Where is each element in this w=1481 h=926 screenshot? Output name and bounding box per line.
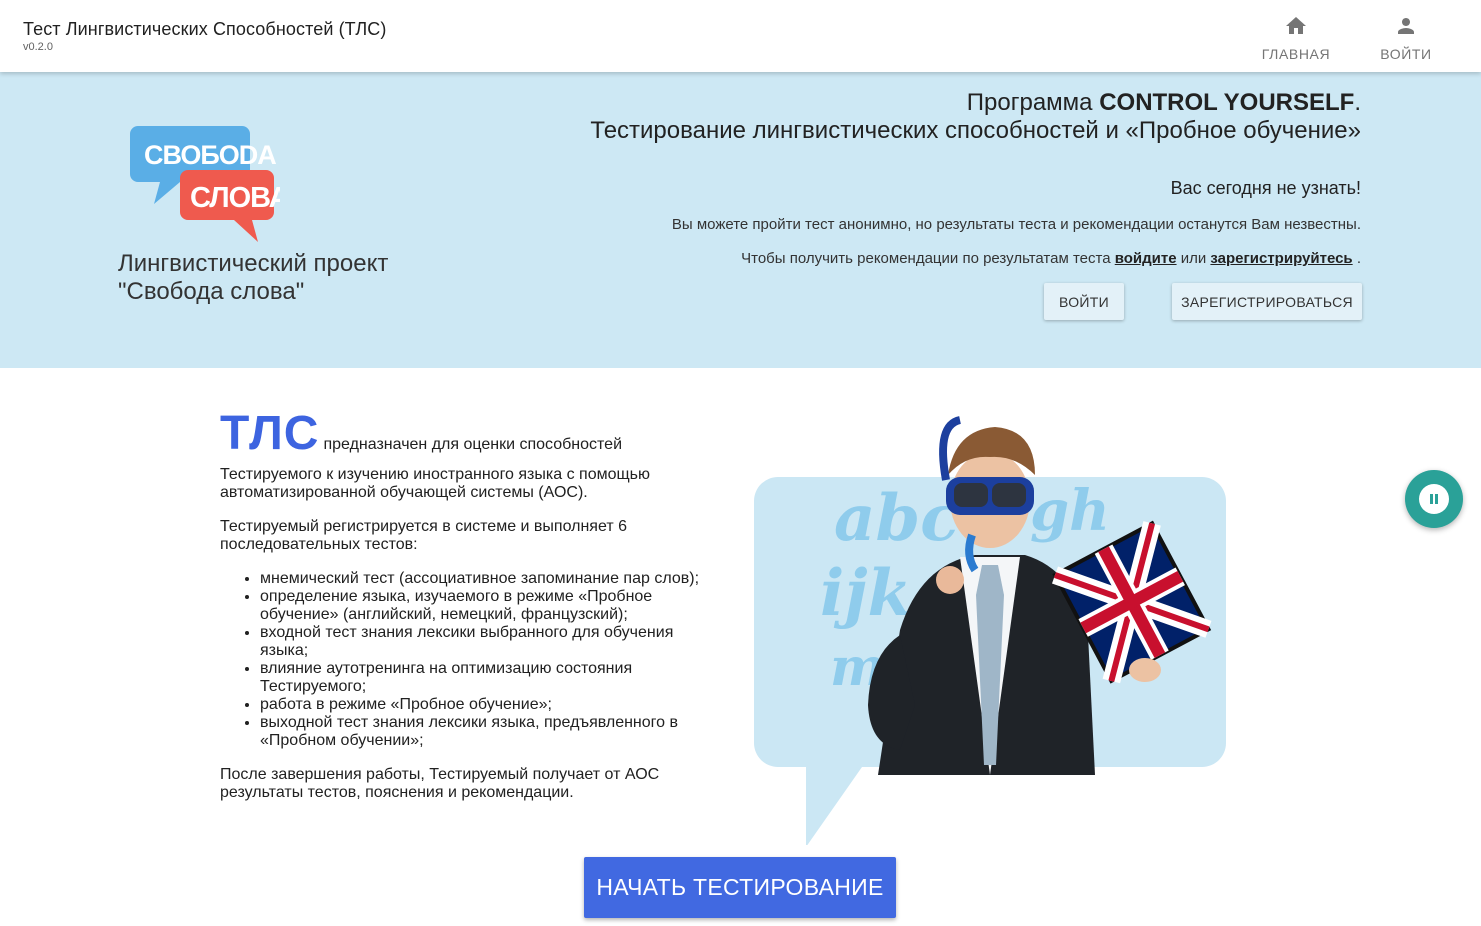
person-icon (1398, 18, 1414, 34)
snorkel-man-illustration: abc gh ijk op m (754, 416, 1226, 845)
login-link[interactable]: войдите (1115, 250, 1177, 267)
greeting-text: Вас сегодня не узнать! (1170, 178, 1361, 198)
description-section: ТЛС предназначен для оценки способностей… (220, 410, 720, 802)
svoboda-slova-logo: СВОБОDA СЛОВА (130, 126, 280, 242)
nav-login-button[interactable]: ВОЙТИ (1370, 10, 1442, 64)
intro-paragraph: Тестируемого к изучению иностранного язы… (220, 466, 650, 501)
nav-home-button[interactable]: ГЛАВНАЯ (1256, 10, 1336, 64)
reco-suffix: . (1352, 250, 1361, 267)
home-icon (1286, 17, 1306, 34)
anonymous-note: Вы можете пройти тест анонимно, но резул… (671, 216, 1361, 233)
list-item: работа в режиме «Пробное обучение»; (260, 696, 720, 714)
register-paragraph: Тестируемый регистрируется в системе и в… (220, 518, 627, 553)
hero-banner: СВОБОDA СЛОВА Лингвистический проект "Св… (0, 72, 1481, 368)
hero-login-button[interactable]: ВОЙТИ (1044, 283, 1124, 320)
tests-list: мнемический тест (ассоциативное запомина… (220, 570, 720, 750)
register-link[interactable]: зарегистрируйтесь (1210, 250, 1352, 267)
start-testing-button[interactable]: НАЧАТЬ ТЕСТИРОВАНИЕ (584, 857, 896, 918)
logo-bottom-text: СЛОВА (190, 182, 280, 214)
pause-icon (1419, 484, 1449, 514)
logo-top-text: СВОБОDA (144, 140, 276, 170)
nav-login-label: ВОЙТИ (1380, 46, 1432, 62)
list-item: определение языка, изучаемого в режиме «… (260, 588, 720, 624)
list-item: выходной тест знания лексики языка, пред… (260, 714, 720, 750)
hero-register-button[interactable]: ЗАРЕГИСТРИРОВАТЬСЯ (1172, 283, 1362, 320)
app-title: Тест Лингвистических Способностей (ТЛС) (23, 19, 387, 39)
program-prefix: Программа (966, 89, 1100, 116)
project-name: Лингвистический проект "Свобода слова" (118, 250, 389, 305)
intro-tail: предназначен для оценки способностей (323, 436, 623, 453)
nav-home-label: ГЛАВНАЯ (1261, 46, 1331, 62)
svg-text:abc: abc (834, 481, 959, 556)
tls-title: ТЛС (220, 407, 320, 460)
reco-prefix: Чтобы получить рекомендации по результат… (741, 250, 1115, 267)
pause-button[interactable] (1405, 470, 1463, 528)
tls-heading: ТЛС предназначен для оценки способностей (220, 410, 720, 458)
recommendation-note: Чтобы получить рекомендации по результат… (741, 250, 1361, 267)
program-suffix: . (1354, 89, 1361, 116)
svg-text:gh: gh (1030, 478, 1110, 544)
program-subtitle: Тестирование лингвистических способносте… (590, 117, 1361, 144)
svg-text:ijk: ijk (820, 556, 912, 631)
list-item: мнемический тест (ассоциативное запомина… (260, 570, 720, 588)
app-version: v0.2.0 (23, 41, 53, 53)
outro-paragraph: После завершения работы, Тестируемый пол… (220, 766, 660, 801)
list-item: влияние аутотренинга на оптимизацию сост… (260, 660, 720, 696)
top-app-bar: Тест Лингвистических Способностей (ТЛС) … (0, 0, 1481, 72)
reco-middle: или (1176, 250, 1211, 267)
list-item: входной тест знания лексики выбранного д… (260, 624, 720, 660)
program-name: CONTROL YOURSELF (1099, 89, 1355, 116)
program-title: Программа CONTROL YOURSELF. (967, 89, 1361, 117)
